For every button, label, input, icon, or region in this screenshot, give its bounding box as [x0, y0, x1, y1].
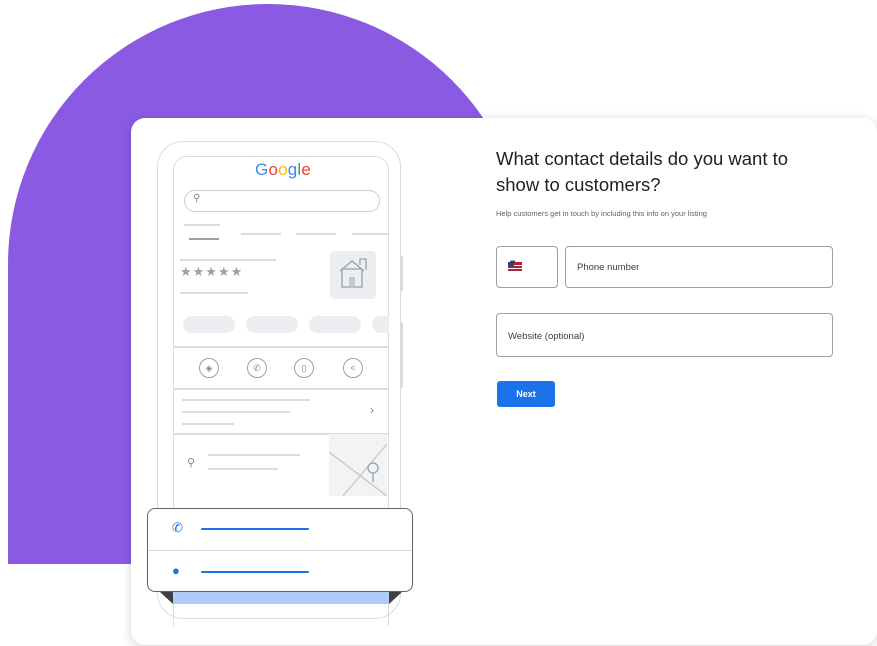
- mock-rating-stars: ★★★★★: [180, 264, 244, 279]
- google-logo-letter: o: [278, 160, 288, 179]
- page-title: What contact details do you want to show…: [496, 148, 789, 195]
- mock-tab-active: [189, 238, 219, 240]
- chevron-down-icon: ▼: [508, 258, 518, 269]
- mock-chip: [183, 316, 235, 333]
- mock-chip: [372, 316, 389, 333]
- mock-divider: [173, 346, 389, 348]
- country-code-select[interactable]: ▼: [496, 246, 558, 288]
- phone-side-button: [400, 322, 403, 388]
- mock-divider: [173, 388, 389, 390]
- mock-text-line: [182, 423, 234, 425]
- mock-website-line: [201, 571, 309, 573]
- mock-map-thumbnail: [329, 434, 387, 496]
- google-logo-letter: G: [255, 160, 269, 179]
- share-icon: <: [343, 358, 363, 378]
- popup-shadow: [160, 592, 173, 604]
- website-placeholder: Website (optional): [508, 331, 585, 342]
- phone-side-button: [400, 256, 403, 291]
- google-logo: Google: [255, 160, 311, 180]
- google-logo-letter: e: [301, 160, 312, 179]
- mock-chip: [246, 316, 298, 333]
- mock-tab-line: [352, 233, 388, 235]
- location-pin-icon: ⚲: [187, 457, 196, 469]
- phone-icon: ✆: [247, 358, 267, 378]
- chevron-right-icon: ›: [370, 403, 374, 417]
- mock-chip: [309, 316, 361, 333]
- website-field[interactable]: Website (optional): [496, 313, 833, 357]
- phone-placeholder: Phone number: [577, 262, 640, 273]
- popup-shadow: [389, 592, 402, 604]
- mock-search-bar: ⚲: [184, 190, 380, 212]
- mock-text-line: [182, 411, 290, 413]
- search-icon: ⚲: [193, 193, 201, 204]
- mock-text-line: [208, 454, 300, 456]
- popup-divider: [148, 550, 412, 551]
- mock-tab-line: [241, 233, 281, 235]
- google-logo-letter: g: [287, 160, 298, 179]
- mock-tab-line: [184, 224, 220, 226]
- contact-details-popup: ✆ ●: [147, 508, 413, 592]
- phone-number-field[interactable]: Phone number: [565, 246, 833, 288]
- globe-icon: ●: [172, 563, 180, 578]
- mock-text-line: [180, 259, 276, 261]
- mock-highlight-bar: [173, 592, 389, 604]
- bookmark-icon: ▯: [294, 358, 314, 378]
- mock-business-thumbnail: [330, 251, 376, 299]
- mock-text-line: [182, 399, 310, 401]
- next-button[interactable]: Next: [497, 381, 555, 407]
- page-subtitle: Help customers get in touch by including…: [496, 209, 707, 218]
- mock-text-line: [208, 468, 278, 470]
- google-logo-letter: o: [268, 160, 279, 179]
- mock-tab-line: [296, 233, 336, 235]
- mock-phone-line: [201, 528, 309, 530]
- directions-icon: ◈: [199, 358, 219, 378]
- phone-icon: ✆: [172, 520, 183, 535]
- mock-text-line: [180, 292, 248, 294]
